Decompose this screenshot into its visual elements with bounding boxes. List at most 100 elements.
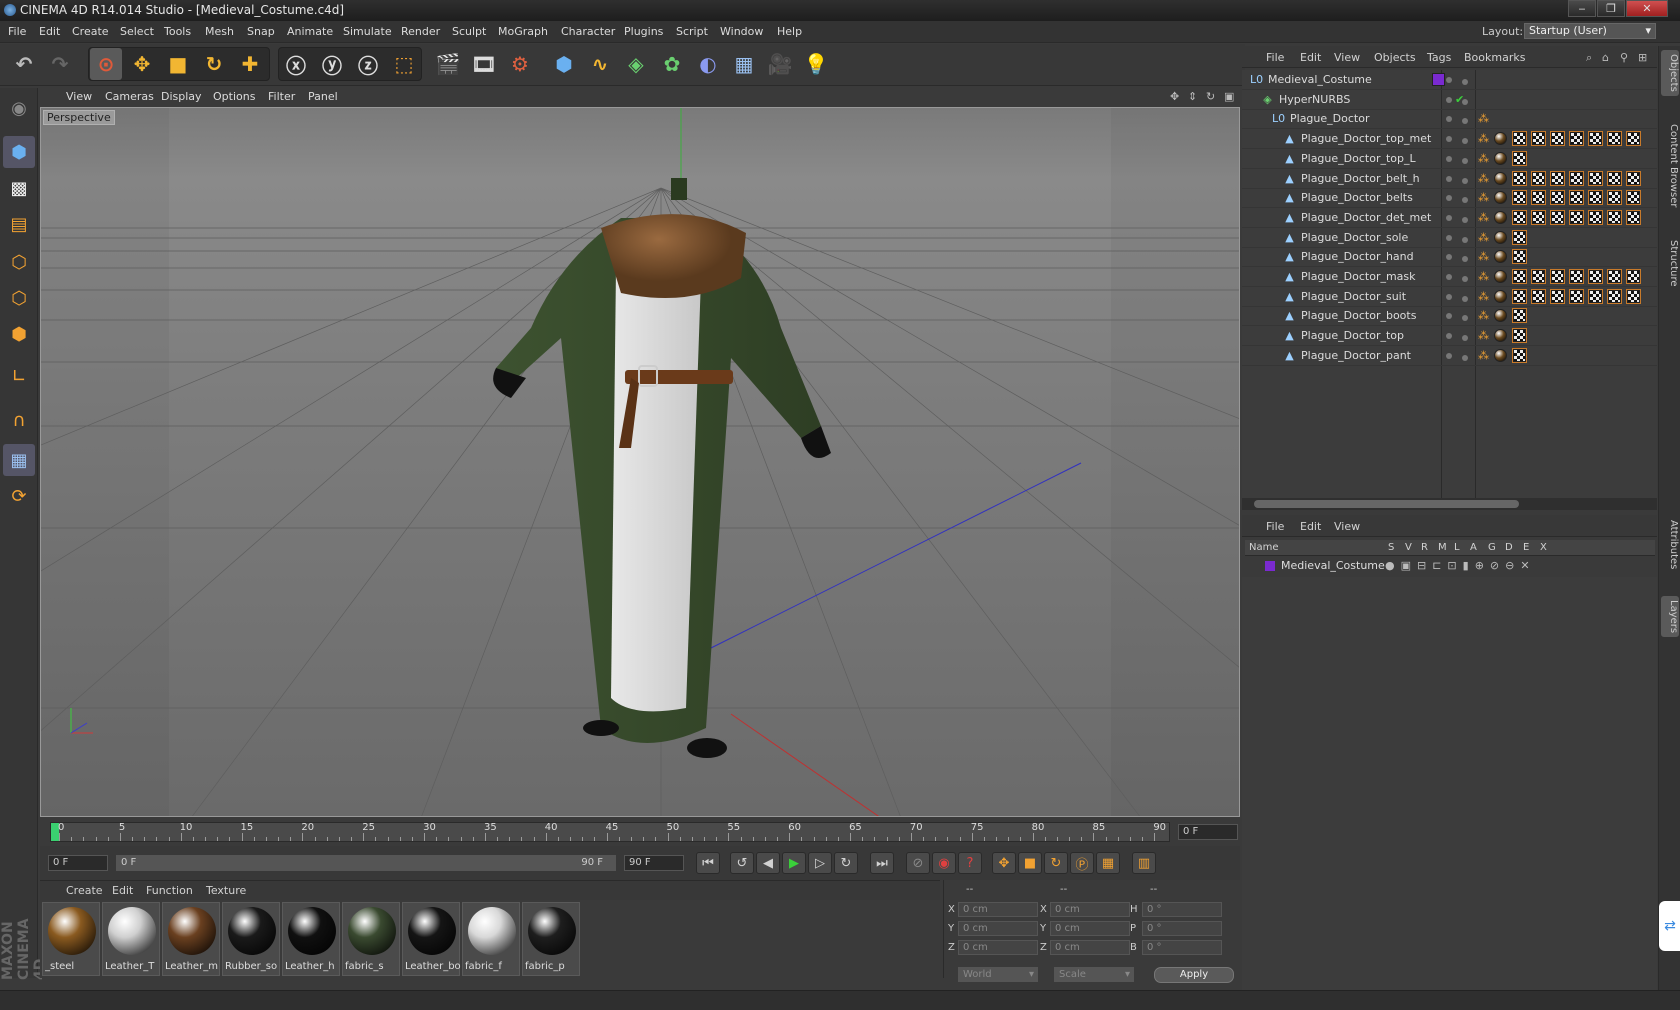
editor-visibility-dot[interactable] [1446, 155, 1452, 162]
phong-tag-icon[interactable]: ⁂ [1478, 270, 1489, 283]
render-view-icon[interactable]: 🎬 [432, 48, 464, 80]
nurbs-icon[interactable]: ◈ [620, 48, 652, 80]
menu-simulate[interactable]: Simulate [343, 25, 392, 38]
material-tag-icon[interactable] [1494, 132, 1507, 146]
object-name[interactable]: Plague_Doctor_suit [1301, 290, 1406, 303]
end-frame-field[interactable]: 90 F [624, 855, 684, 871]
object-row[interactable]: L0 Plague_Doctor ⁂ [1242, 109, 1657, 130]
editor-visibility-dot[interactable] [1446, 195, 1452, 202]
viewport-menu-filter[interactable]: Filter [268, 90, 295, 103]
object-name[interactable]: Plague_Doctor [1290, 112, 1369, 125]
phong-tag-icon[interactable]: ⁂ [1478, 132, 1489, 145]
layer-switch-icons[interactable]: ●▣⊟⊏⊡▮⊕⊘⊖✕ [1385, 559, 1536, 572]
next-key-icon[interactable]: ↻ [834, 852, 858, 874]
object-name[interactable]: Plague_Doctor_top_met [1301, 132, 1431, 145]
material-tag-icon[interactable] [1494, 191, 1507, 205]
texture-tag-icon[interactable] [1607, 170, 1622, 186]
coord-value-field[interactable]: 0 ° [1142, 940, 1222, 955]
material-tag-icon[interactable] [1494, 210, 1507, 224]
menu-help[interactable]: Help [777, 25, 802, 38]
object-row[interactable]: ▲ Plague_Doctor_pant ⁂ [1242, 346, 1657, 366]
tab-layers[interactable]: Layers [1661, 596, 1679, 638]
layer-column-header[interactable]: R [1421, 542, 1428, 553]
key-rotation-icon[interactable]: ↻ [1044, 852, 1068, 874]
texture-tag-icon[interactable] [1626, 170, 1641, 186]
rotate-view-icon[interactable]: ↻ [1206, 90, 1215, 103]
layer-menu-file[interactable]: File [1266, 520, 1284, 533]
texture-tag-icon[interactable] [1588, 209, 1603, 225]
menu-plugins[interactable]: Plugins [624, 25, 663, 38]
object-row[interactable]: ▲ Plague_Doctor_belts ⁂ [1242, 188, 1657, 209]
menu-render[interactable]: Render [401, 25, 440, 38]
layer-column-header[interactable]: M [1438, 542, 1447, 553]
snap-magnet-icon[interactable]: ∩ [3, 404, 35, 436]
layer-column-header[interactable]: G [1488, 542, 1496, 553]
maximize-button[interactable]: ❐ [1597, 0, 1625, 17]
object-row[interactable]: ▲ Plague_Doctor_top ⁂ [1242, 326, 1657, 347]
array-icon[interactable]: ✿ [656, 48, 688, 80]
material-menu-edit[interactable]: Edit [112, 884, 133, 897]
menu-snap[interactable]: Snap [247, 25, 275, 38]
coord-value-field[interactable]: 0 cm [1050, 940, 1130, 955]
record-keys-icon[interactable]: ⊘ [906, 852, 930, 874]
material-tag-icon[interactable] [1494, 250, 1507, 264]
phong-tag-icon[interactable]: ⁂ [1478, 112, 1489, 125]
menu-edit[interactable]: Edit [39, 25, 60, 38]
menu-sculpt[interactable]: Sculpt [452, 25, 486, 38]
phong-tag-icon[interactable]: ⁂ [1478, 172, 1489, 185]
object-row[interactable]: ▲ Plague_Doctor_det_met ⁂ [1242, 208, 1657, 228]
render-visibility-dot[interactable] [1462, 216, 1468, 223]
coord-value-field[interactable]: 0 cm [958, 902, 1038, 917]
phong-tag-icon[interactable]: ⁂ [1478, 290, 1489, 303]
viewport-menu-panel[interactable]: Panel [308, 90, 338, 103]
tab-objects[interactable]: Objects [1661, 50, 1679, 96]
coord-value-field[interactable]: 0 ° [1142, 902, 1222, 917]
material-item[interactable]: Leather_m [162, 902, 220, 976]
texture-tag-icon[interactable] [1550, 190, 1565, 206]
editor-visibility-dot[interactable] [1446, 333, 1452, 340]
render-visibility-dot[interactable] [1462, 276, 1468, 282]
maximize-view-icon[interactable]: ▣ [1224, 90, 1234, 103]
texture-tag-icon[interactable] [1569, 269, 1584, 284]
layer-row[interactable]: Medieval_Costume ●▣⊟⊏⊡▮⊕⊘⊖✕ [1245, 557, 1655, 575]
coordinate-mode-select[interactable]: World ▾ [958, 967, 1038, 982]
object-name[interactable]: Medieval_Costume [1268, 73, 1372, 86]
material-item[interactable]: Leather_T [102, 902, 160, 976]
key-scale-icon[interactable]: ■ [1018, 852, 1042, 874]
polygons-mode-icon[interactable]: ⬢ [3, 318, 35, 350]
z-axis-icon[interactable]: ⓩ [352, 48, 384, 80]
layer-menu-view[interactable]: View [1334, 520, 1360, 533]
scrollbar-thumb[interactable] [1254, 500, 1519, 508]
texture-tag-icon[interactable] [1607, 131, 1622, 147]
object-row[interactable]: ▲ Plague_Doctor_top_met ⁂ [1242, 129, 1657, 150]
object-row[interactable]: ▲ Plague_Doctor_hand ⁂ [1242, 247, 1657, 268]
undo-icon[interactable]: ↶ [8, 48, 40, 80]
texture-tag-icon[interactable] [1531, 288, 1546, 304]
coordinate-system-icon[interactable]: ⬚ [388, 48, 420, 80]
editor-visibility-dot[interactable] [1446, 274, 1452, 280]
texture-tag-icon[interactable] [1588, 170, 1603, 186]
phong-tag-icon[interactable]: ⁂ [1478, 309, 1489, 322]
layer-column-header[interactable]: E [1523, 542, 1529, 553]
model-mode-icon[interactable]: ⬢ [3, 136, 35, 168]
viewport-menu-display[interactable]: Display [161, 90, 202, 103]
menu-script[interactable]: Script [676, 25, 708, 38]
object-menu-edit[interactable]: Edit [1300, 51, 1321, 64]
autokey-icon[interactable]: ◉ [932, 852, 956, 874]
texture-tag-icon[interactable] [1531, 190, 1546, 206]
texture-tag-icon[interactable] [1512, 131, 1527, 147]
render-visibility-dot[interactable] [1462, 177, 1468, 184]
light-icon[interactable]: 💡 [800, 48, 832, 80]
object-horizontal-scrollbar[interactable] [1242, 498, 1657, 510]
tab-structure[interactable]: Structure [1661, 236, 1679, 291]
texture-tag-icon[interactable] [1512, 229, 1527, 245]
object-menu-view[interactable]: View [1334, 51, 1360, 64]
layer-name[interactable]: Medieval_Costume [1281, 559, 1385, 572]
next-frame-icon[interactable]: ▷ [808, 852, 832, 874]
coord-value-field[interactable]: 0 cm [1050, 921, 1130, 936]
material-tag-icon[interactable] [1494, 270, 1507, 283]
texture-tag-icon[interactable] [1531, 269, 1546, 284]
key-parameter-icon[interactable]: Ⓟ [1070, 852, 1094, 874]
material-item[interactable]: Leather_bo [402, 902, 461, 976]
object-name[interactable]: Plague_Doctor_mask [1301, 270, 1416, 283]
